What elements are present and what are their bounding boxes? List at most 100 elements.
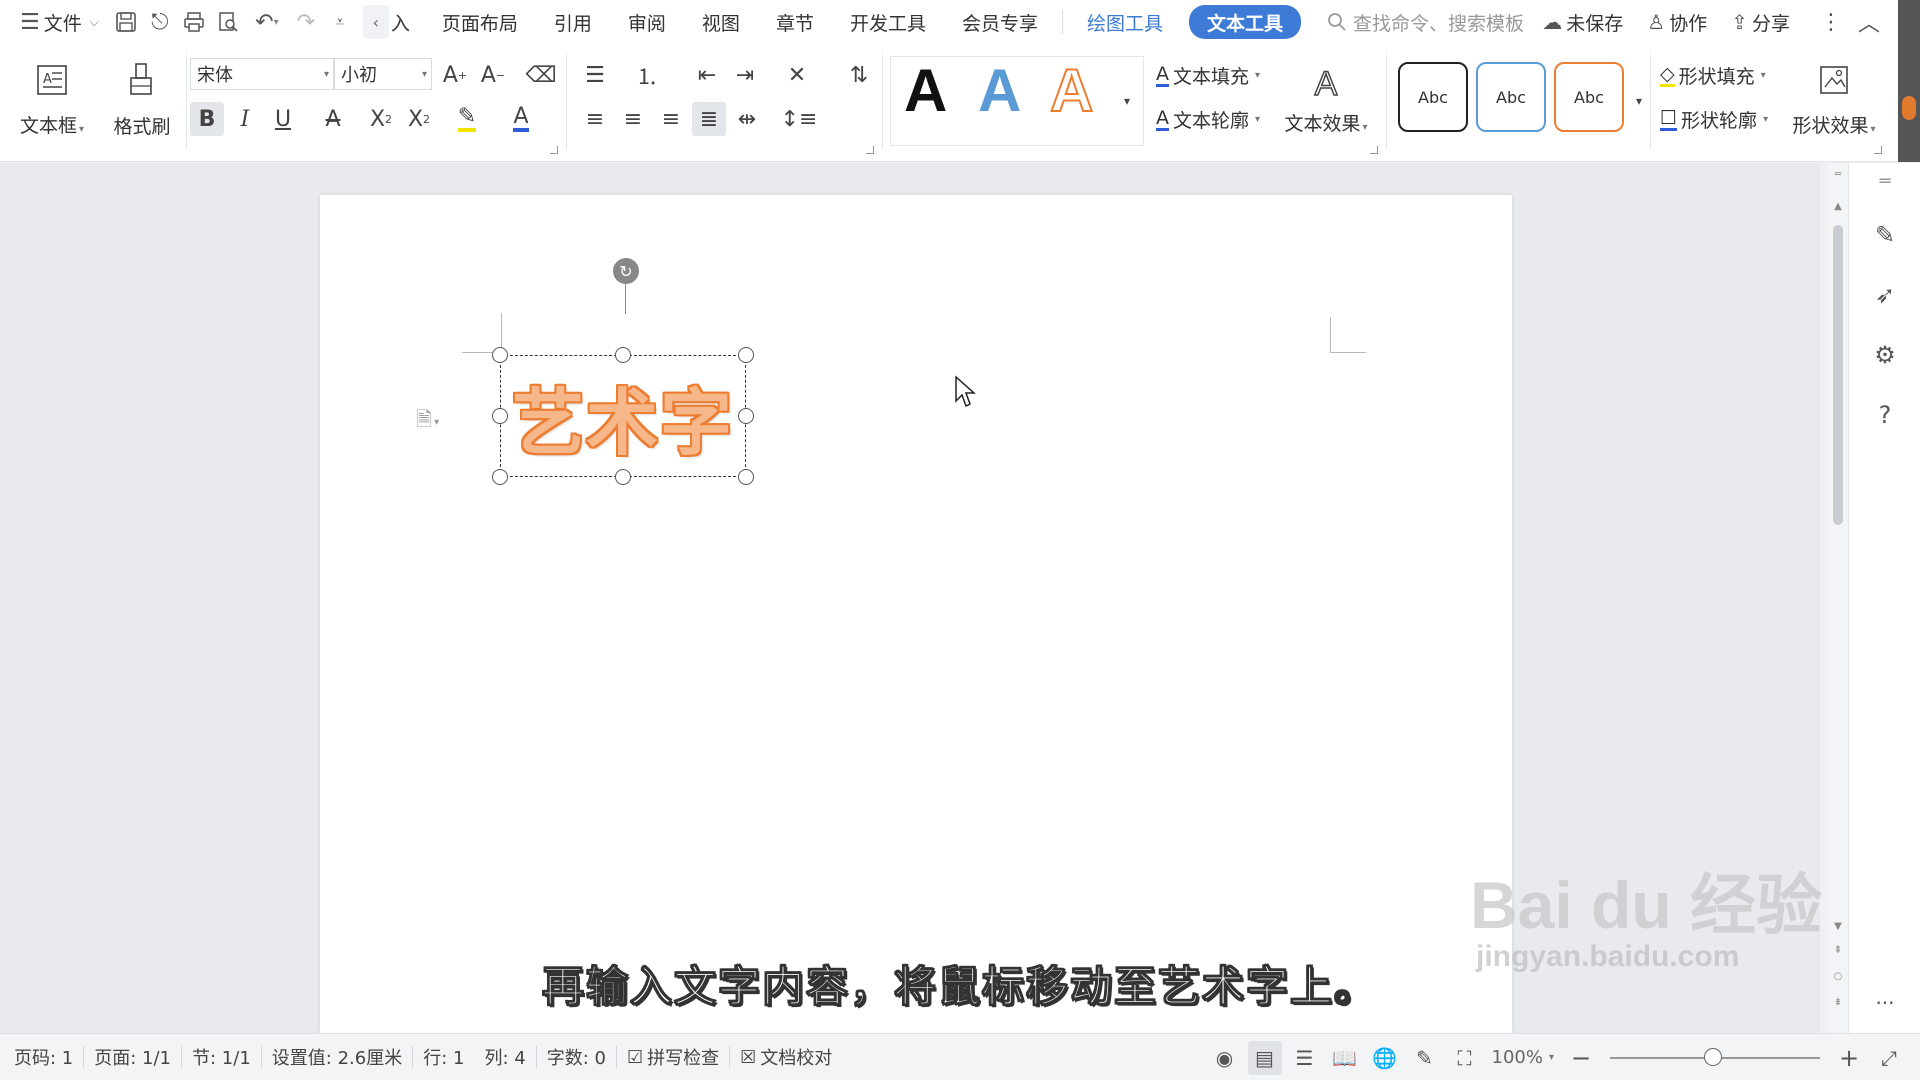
- fullscreen-icon[interactable]: ⤢: [1872, 1041, 1906, 1075]
- tab-member[interactable]: 会员专享: [944, 0, 1056, 44]
- tab-scroll-left-button[interactable]: ‹: [362, 5, 389, 39]
- document-page[interactable]: 🗎 ▾ ↻ 艺术字: [320, 195, 1512, 1035]
- text-style-orange-outline[interactable]: A: [1049, 56, 1094, 125]
- web-view-icon[interactable]: 🌐: [1368, 1041, 1402, 1075]
- scroll-up-icon[interactable]: ▲: [1828, 201, 1848, 212]
- spell-check-button[interactable]: ☑ 拼写检查: [617, 1044, 729, 1070]
- shape-effect-button[interactable]: 形状效果 ▾: [1786, 58, 1882, 142]
- justify-button[interactable]: ≣: [692, 102, 726, 136]
- tab-view[interactable]: 视图: [684, 0, 758, 44]
- resize-handle-bottom[interactable]: [615, 469, 631, 485]
- tab-insert[interactable]: 入: [389, 0, 424, 44]
- resize-handle-top-right[interactable]: [738, 347, 754, 363]
- help-icon[interactable]: ?: [1867, 397, 1903, 433]
- distribute-button[interactable]: ⇹: [730, 102, 764, 136]
- print-preview-icon[interactable]: [211, 5, 245, 39]
- edit-pen-icon[interactable]: ✎: [1867, 217, 1903, 253]
- font-dialog-launcher[interactable]: [550, 146, 558, 154]
- scroll-down-icon[interactable]: ▼: [1828, 921, 1848, 932]
- shape-fill-button[interactable]: ◇ 形状填充 ▾: [1660, 58, 1766, 92]
- collapse-ribbon-icon[interactable]: ︿: [1852, 5, 1886, 39]
- text-outline-button[interactable]: A 文本轮廓 ▾: [1156, 102, 1260, 136]
- save-icon[interactable]: [109, 5, 143, 39]
- zoom-slider[interactable]: [1610, 1047, 1820, 1066]
- bullet-list-button[interactable]: ☰: [578, 58, 612, 92]
- tab-text-tools[interactable]: 文本工具: [1189, 5, 1302, 39]
- doc-proof-button[interactable]: ☒ 文档校对: [730, 1044, 842, 1070]
- redo-icon[interactable]: ↷: [289, 5, 323, 39]
- shrink-font-button[interactable]: A −: [476, 58, 510, 92]
- select-browse-icon[interactable]: ○: [1828, 971, 1848, 982]
- paragraph-dialog-launcher[interactable]: [866, 146, 874, 154]
- customize-toolbar-icon[interactable]: ⩡: [323, 5, 357, 39]
- output-pdf-icon[interactable]: ⎋: [143, 5, 177, 39]
- tab-references[interactable]: 引用: [536, 0, 610, 44]
- more-icon[interactable]: ⋮: [1814, 5, 1848, 39]
- write-mode-icon[interactable]: ✎: [1408, 1041, 1442, 1075]
- zoom-slider-knob[interactable]: [1704, 1047, 1722, 1066]
- print-icon[interactable]: [177, 5, 211, 39]
- resize-handle-top-left[interactable]: [492, 347, 508, 363]
- text-style-blue[interactable]: A: [978, 56, 1021, 125]
- tab-drawing-tools[interactable]: 绘图工具: [1069, 0, 1181, 44]
- textbox-button[interactable]: A 文本框 ▾: [14, 58, 90, 142]
- font-name-select[interactable]: 宋体 ▾: [190, 58, 334, 90]
- italic-button[interactable]: I: [228, 102, 262, 136]
- status-setting-value[interactable]: 设置值: 2.6厘米: [262, 1044, 412, 1070]
- prev-page-icon[interactable]: ⇞: [1828, 945, 1848, 956]
- gallery-more-button[interactable]: ▾: [1116, 84, 1138, 118]
- align-right-button[interactable]: ≡: [654, 102, 688, 136]
- text-effect-button[interactable]: A 文本效果 ▾: [1282, 58, 1370, 142]
- superscript-button[interactable]: X2: [364, 102, 398, 136]
- outline-view-icon[interactable]: ☰: [1288, 1041, 1322, 1075]
- status-section[interactable]: 节: 1/1: [182, 1044, 261, 1070]
- status-word-count[interactable]: 字数: 0: [537, 1044, 616, 1070]
- collab-button[interactable]: ♙ 协作: [1637, 0, 1717, 44]
- numbered-list-button[interactable]: ⒈: [630, 58, 664, 92]
- fit-page-icon[interactable]: ⛶: [1448, 1041, 1482, 1075]
- strikethrough-button[interactable]: A: [316, 102, 350, 136]
- underline-button[interactable]: U: [266, 102, 300, 136]
- shape-style-blue[interactable]: Abc: [1476, 62, 1546, 132]
- chinese-layout-button[interactable]: ✕: [780, 58, 814, 92]
- resize-handle-left[interactable]: [492, 408, 508, 424]
- wordart-textbox[interactable]: 艺术字: [500, 355, 746, 477]
- shape-gallery-more-button[interactable]: ▾: [1628, 84, 1650, 118]
- status-page-number[interactable]: 页码: 1: [0, 1044, 83, 1070]
- select-pointer-icon[interactable]: ➶: [1867, 277, 1903, 313]
- tab-chapter[interactable]: 章节: [758, 0, 832, 44]
- zoom-in-icon[interactable]: +: [1832, 1041, 1866, 1075]
- font-size-select[interactable]: 小初 ▾: [334, 58, 432, 90]
- status-pages[interactable]: 页面: 1/1: [84, 1044, 181, 1070]
- resize-handle-bottom-left[interactable]: [492, 469, 508, 485]
- bold-button[interactable]: B: [190, 102, 224, 136]
- eye-protection-icon[interactable]: ◉: [1208, 1041, 1242, 1075]
- format-painter-button[interactable]: 格式刷: [104, 58, 180, 142]
- text-dialog-launcher[interactable]: [1370, 146, 1378, 154]
- file-menu[interactable]: ☰ 文件 ⌵: [0, 0, 109, 44]
- status-row[interactable]: 行: 1: [413, 1044, 474, 1070]
- resize-handle-right[interactable]: [738, 408, 754, 424]
- scroll-split-icon[interactable]: ═: [1828, 169, 1848, 180]
- text-style-black[interactable]: A: [904, 56, 947, 125]
- line-spacing-button[interactable]: ↕≡: [781, 102, 818, 136]
- tab-developer[interactable]: 开发工具: [832, 0, 944, 44]
- layout-options-button[interactable]: 🗎 ▾: [416, 405, 439, 439]
- resize-handle-top[interactable]: [615, 347, 631, 363]
- resize-handle-bottom-right[interactable]: [738, 469, 754, 485]
- next-page-icon[interactable]: ⇟: [1828, 997, 1848, 1008]
- more-options-icon[interactable]: ···: [1867, 985, 1903, 1021]
- tab-review[interactable]: 审阅: [610, 0, 684, 44]
- scrollbar-thumb[interactable]: [1833, 225, 1843, 525]
- command-search[interactable]: 查找命令、搜索模板: [1327, 9, 1524, 36]
- undo-icon[interactable]: ↶ ▾: [245, 5, 289, 39]
- shape-style-orange[interactable]: Abc: [1554, 62, 1624, 132]
- unsaved-button[interactable]: ☁ 未保存: [1532, 0, 1633, 44]
- zoom-out-icon[interactable]: −: [1564, 1041, 1598, 1075]
- subscript-button[interactable]: X2: [402, 102, 436, 136]
- sort-button[interactable]: ⇅: [842, 58, 876, 92]
- vertical-scrollbar[interactable]: ═ ▲ ▼ ⇞ ○ ⇟: [1828, 163, 1848, 1033]
- status-column[interactable]: 列: 4: [474, 1044, 535, 1070]
- highlight-color-button[interactable]: ✎: [450, 102, 484, 136]
- grow-font-button[interactable]: A +: [438, 58, 472, 92]
